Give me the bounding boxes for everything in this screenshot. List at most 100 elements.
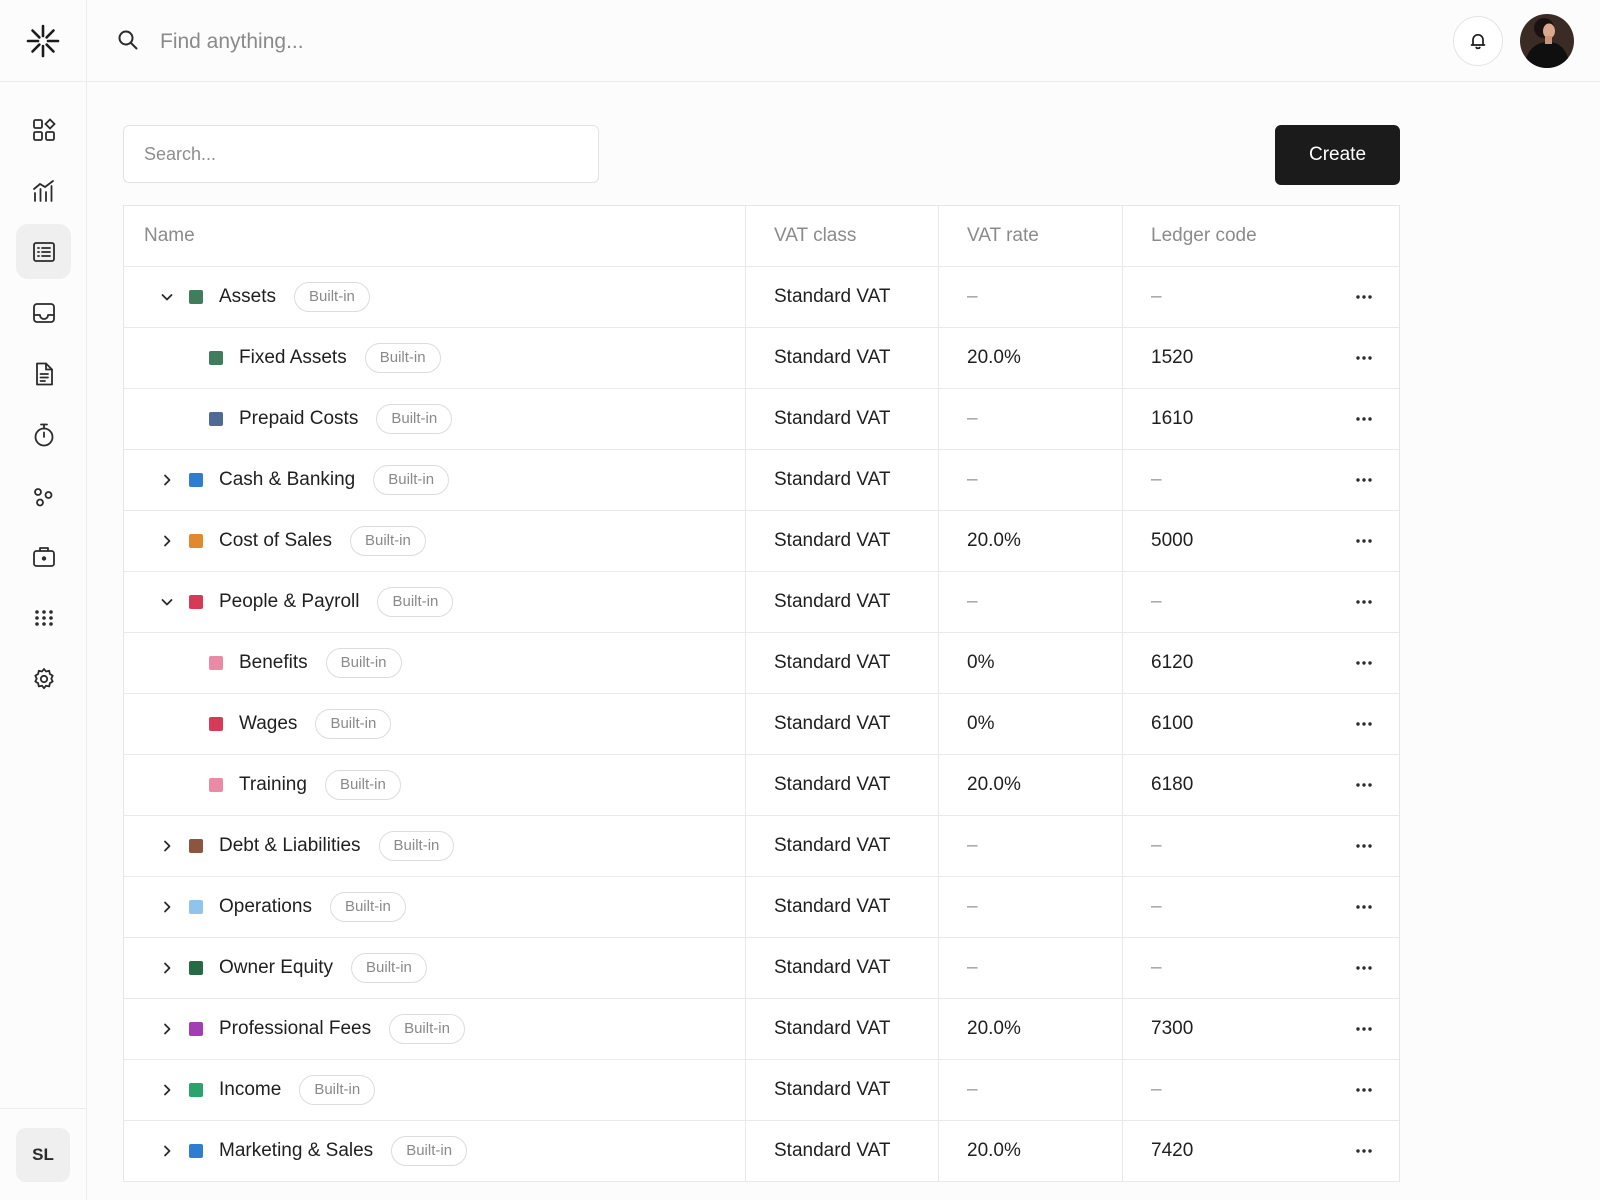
more-options-icon[interactable] <box>1355 294 1373 300</box>
chevron-right-icon[interactable] <box>159 838 175 854</box>
more-options-icon[interactable] <box>1355 660 1373 666</box>
more-options-icon[interactable] <box>1355 1026 1373 1032</box>
more-options-icon[interactable] <box>1355 1148 1373 1154</box>
sidebar-item-ledger[interactable] <box>16 224 71 279</box>
built-in-badge: Built-in <box>324 770 401 800</box>
chevron-right-icon[interactable] <box>159 533 175 549</box>
category-name[interactable]: People & Payroll <box>219 591 359 613</box>
briefcase-icon <box>32 546 55 567</box>
user-initials-avatar[interactable]: SL <box>16 1128 70 1182</box>
sidebar-item-documents[interactable] <box>16 346 71 401</box>
table-row[interactable]: Income Built-in Standard VAT – – <box>124 1060 1399 1121</box>
vat-rate-cell: 0% <box>939 694 1123 754</box>
ledger-code-cell: 6100 <box>1123 694 1399 754</box>
sidebar-item-timer[interactable] <box>16 407 71 462</box>
table-row[interactable]: Training Built-in Standard VAT 20.0% 6180 <box>124 755 1399 816</box>
sidebar-divider <box>0 81 86 82</box>
sidebar-item-apps[interactable] <box>16 590 71 645</box>
notifications-button[interactable] <box>1453 16 1503 66</box>
chevron-right-icon[interactable] <box>159 899 175 915</box>
category-name[interactable]: Wages <box>239 713 297 735</box>
more-options-icon[interactable] <box>1355 782 1373 788</box>
category-name[interactable]: Professional Fees <box>219 1018 371 1040</box>
sidebar-item-integrations[interactable] <box>16 468 71 523</box>
logo-icon[interactable] <box>26 24 60 58</box>
name-cell: Benefits Built-in <box>124 633 746 693</box>
category-color-swatch <box>189 1144 203 1158</box>
more-options-icon[interactable] <box>1355 721 1373 727</box>
category-name[interactable]: Benefits <box>239 652 308 674</box>
category-name[interactable]: Operations <box>219 896 312 918</box>
table-row[interactable]: Cost of Sales Built-in Standard VAT 20.0% 50… <box>124 511 1399 572</box>
table-search-input[interactable] <box>124 126 598 182</box>
table-row[interactable]: Cash & Banking Built-in Standard VAT – – <box>124 450 1399 511</box>
sidebar-item-vault[interactable] <box>16 529 71 584</box>
category-name[interactable]: Cash & Banking <box>219 469 355 491</box>
more-options-icon[interactable] <box>1355 416 1373 422</box>
column-header-vat-class[interactable]: VAT class <box>746 206 939 266</box>
chevron-right-icon[interactable] <box>159 472 175 488</box>
table-row[interactable]: Wages Built-in Standard VAT 0% 6100 <box>124 694 1399 755</box>
name-cell: Training Built-in <box>124 755 746 815</box>
table-row[interactable]: People & Payroll Built-in Standard VAT – – <box>124 572 1399 633</box>
column-header-name[interactable]: Name <box>124 206 746 266</box>
sidebar-item-dashboard[interactable] <box>16 102 71 157</box>
chevron-down-icon[interactable] <box>159 289 175 305</box>
table-search-box[interactable] <box>123 125 599 183</box>
sidebar-item-inbox[interactable] <box>16 285 71 340</box>
category-name[interactable]: Debt & Liabilities <box>219 835 361 857</box>
more-options-icon[interactable] <box>1355 538 1373 544</box>
table-row[interactable]: Operations Built-in Standard VAT – – <box>124 877 1399 938</box>
category-name[interactable]: Fixed Assets <box>239 347 347 369</box>
sidebar-item-reports[interactable] <box>16 163 71 218</box>
search-icon <box>118 30 138 50</box>
built-in-badge: Built-in <box>364 343 441 373</box>
table-row[interactable]: Professional Fees Built-in Standard VAT 20.… <box>124 999 1399 1060</box>
chevron-down-icon[interactable] <box>159 594 175 610</box>
table-row[interactable]: Assets Built-in Standard VAT – – <box>124 267 1399 328</box>
more-options-icon[interactable] <box>1355 1087 1373 1093</box>
vat-rate-cell: 20.0% <box>939 511 1123 571</box>
more-options-icon[interactable] <box>1355 355 1373 361</box>
chevron-right-icon[interactable] <box>159 1143 175 1159</box>
gear-icon <box>33 667 54 689</box>
more-options-icon[interactable] <box>1355 965 1373 971</box>
category-name[interactable]: Income <box>219 1079 281 1101</box>
create-button[interactable]: Create <box>1275 125 1400 185</box>
ledger-code-cell: – <box>1123 1060 1399 1120</box>
ledger-code-cell: 7300 <box>1123 999 1399 1059</box>
category-color-swatch <box>189 900 203 914</box>
table-row[interactable]: Prepaid Costs Built-in Standard VAT – 1610 <box>124 389 1399 450</box>
vat-class-cell: Standard VAT <box>746 389 939 449</box>
table-row[interactable]: Marketing & Sales Built-in Standard VAT 20.… <box>124 1121 1399 1182</box>
chevron-right-icon[interactable] <box>159 1021 175 1037</box>
table-row[interactable]: Fixed Assets Built-in Standard VAT 20.0% 152… <box>124 328 1399 389</box>
category-name[interactable]: Owner Equity <box>219 957 333 979</box>
chevron-right-icon[interactable] <box>159 1082 175 1098</box>
category-name[interactable]: Prepaid Costs <box>239 408 358 430</box>
table-row[interactable]: Owner Equity Built-in Standard VAT – – <box>124 938 1399 999</box>
more-options-icon[interactable] <box>1355 904 1373 910</box>
chevron-right-icon[interactable] <box>159 960 175 976</box>
more-options-icon[interactable] <box>1355 477 1373 483</box>
category-name[interactable]: Cost of Sales <box>219 530 332 552</box>
global-search-input[interactable] <box>158 22 662 62</box>
built-in-badge: Built-in <box>391 1136 468 1166</box>
ledger-code-cell: 1520 <box>1123 328 1399 388</box>
sidebar-item-settings[interactable] <box>16 651 71 706</box>
category-name[interactable]: Assets <box>219 286 276 308</box>
ledger-code-value: 5000 <box>1151 530 1194 551</box>
category-name[interactable]: Marketing & Sales <box>219 1140 373 1162</box>
more-options-icon[interactable] <box>1355 599 1373 605</box>
name-cell: People & Payroll Built-in <box>124 572 746 632</box>
more-options-icon[interactable] <box>1355 843 1373 849</box>
avatar[interactable] <box>1520 14 1574 68</box>
category-name[interactable]: Training <box>239 774 307 796</box>
column-header-vat-rate[interactable]: VAT rate <box>939 206 1123 266</box>
ledger-code-value: – <box>1151 286 1162 307</box>
category-color-swatch <box>189 839 203 853</box>
table-row[interactable]: Benefits Built-in Standard VAT 0% 6120 <box>124 633 1399 694</box>
sidebar-divider <box>0 1108 86 1109</box>
table-row[interactable]: Debt & Liabilities Built-in Standard VAT – – <box>124 816 1399 877</box>
column-header-ledger-code[interactable]: Ledger code <box>1123 206 1399 266</box>
